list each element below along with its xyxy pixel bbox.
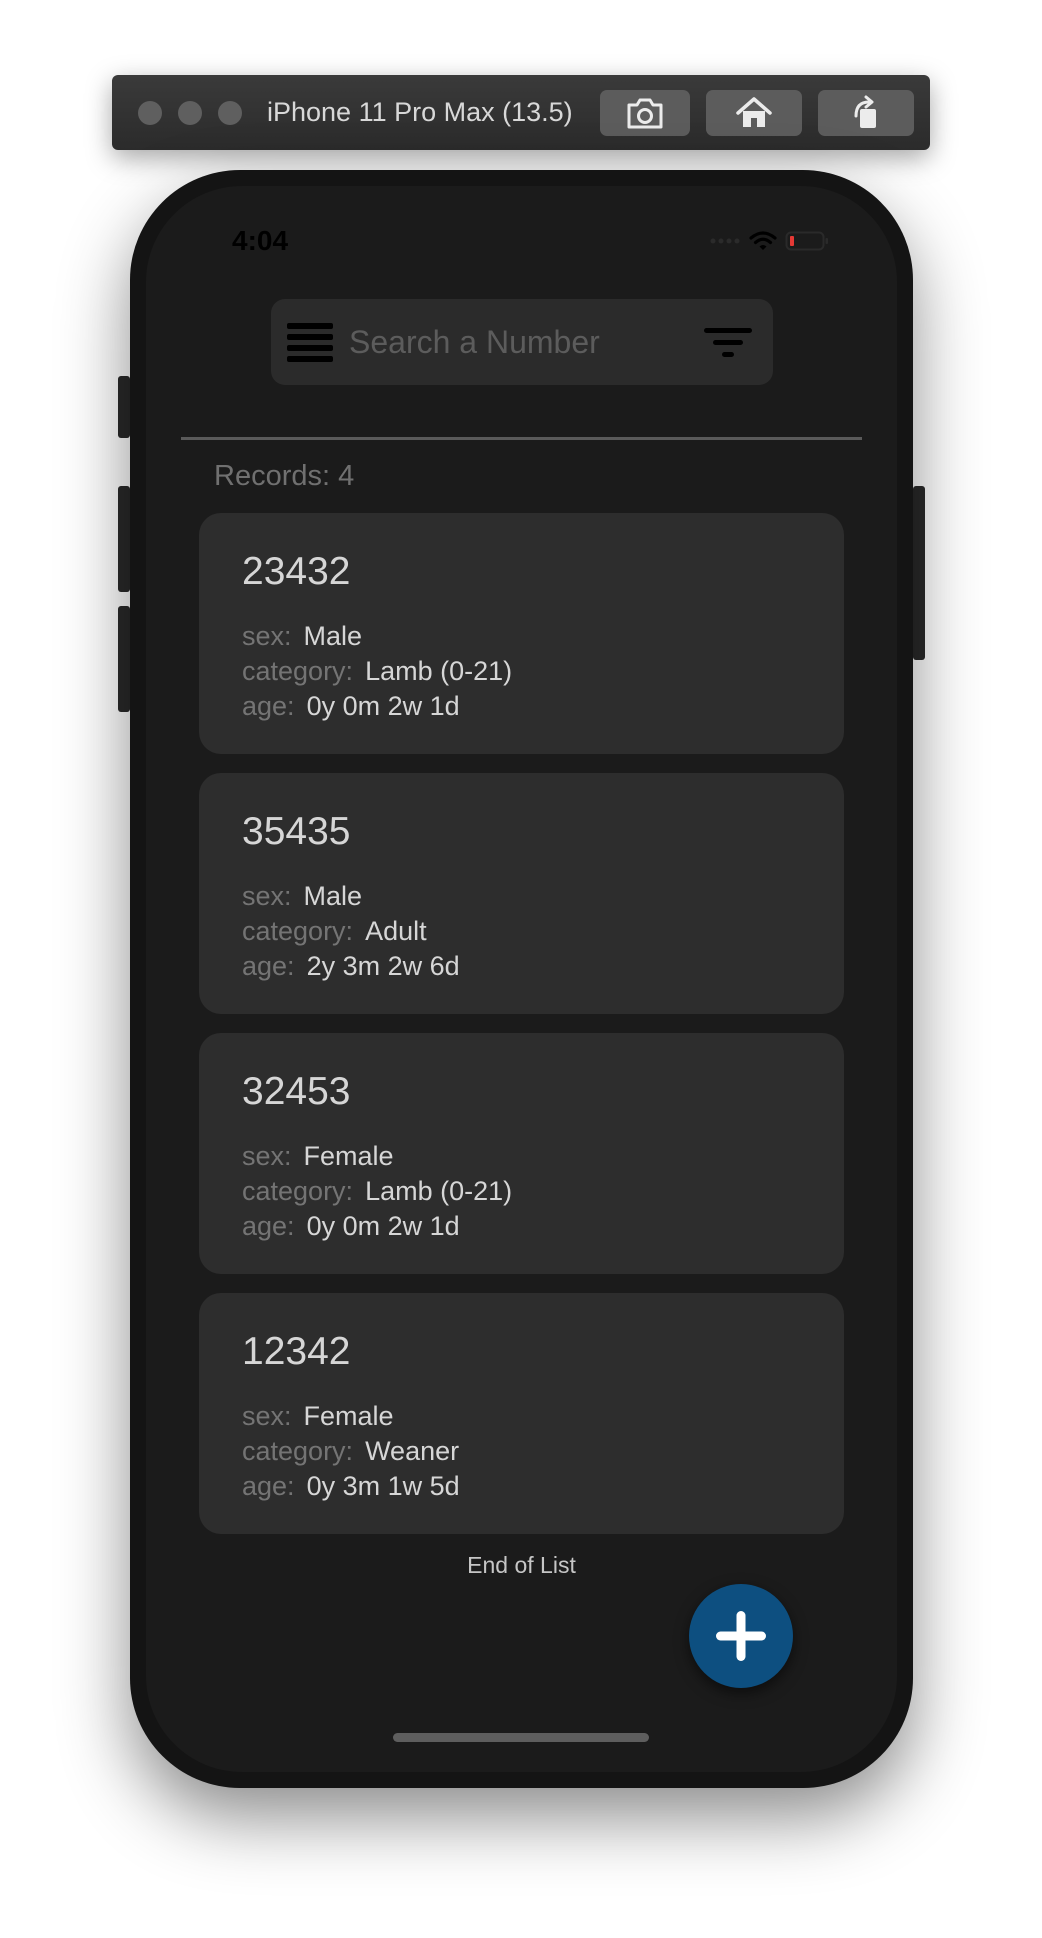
zoom-window-button[interactable]	[218, 101, 242, 125]
home-icon	[736, 97, 772, 127]
hamburger-menu-icon	[287, 323, 333, 362]
record-card[interactable]: 23432 sex: Male category: Lamb (0-21) age:…	[199, 513, 844, 754]
header-divider	[181, 437, 862, 440]
category-label: category:	[242, 916, 354, 946]
record-card[interactable]: 12342 sex: Female category: Weaner age: 0y …	[199, 1293, 844, 1534]
filter-button[interactable]	[703, 325, 753, 359]
home-indicator[interactable]	[393, 1733, 649, 1742]
record-number: 12342	[242, 1330, 351, 1373]
sex-label: sex:	[242, 621, 292, 651]
status-icons	[709, 230, 829, 252]
mute-switch	[118, 376, 130, 438]
category-value: Lamb (0-21)	[365, 1176, 513, 1206]
category-label: category:	[242, 656, 354, 686]
records-count: Records: 4	[214, 460, 355, 492]
hamburger-menu-button[interactable]	[287, 321, 333, 363]
home-button[interactable]	[706, 90, 802, 136]
wifi-icon	[749, 231, 777, 250]
sex-value: Male	[303, 881, 363, 911]
record-card[interactable]: 32453 sex: Female category: Lamb (0-21) ag…	[199, 1033, 844, 1274]
age-label: age:	[242, 1471, 295, 1501]
app-screen: 4:04 Search a Number Records: 4 23432 se…	[146, 186, 897, 1772]
battery-low-icon	[785, 231, 828, 251]
search-input[interactable]	[349, 319, 689, 365]
age-value: 2y 3m 2w 6d	[306, 951, 460, 981]
filter-icon	[704, 328, 752, 357]
age-value: 0y 0m 2w 1d	[306, 1211, 460, 1241]
volume-down-button	[118, 606, 130, 712]
screenshot-icon	[627, 98, 663, 129]
simulator-title: iPhone 11 Pro Max (13.5)	[267, 97, 573, 127]
rotate-button[interactable]	[818, 90, 914, 136]
category-value: Lamb (0-21)	[365, 656, 513, 686]
minimize-window-button[interactable]	[178, 101, 202, 125]
sex-value: Male	[303, 621, 363, 651]
record-category-row: category: Lamb (0-21)	[242, 654, 512, 688]
search-bar	[271, 299, 773, 385]
rotate-icon	[854, 95, 876, 128]
record-category-row: category: Lamb (0-21)	[242, 1174, 512, 1208]
record-sex-row: sex: Male	[242, 879, 362, 913]
sex-label: sex:	[242, 881, 292, 911]
category-value: Weaner	[365, 1436, 460, 1466]
record-age-row: age: 0y 3m 1w 5d	[242, 1469, 460, 1503]
volume-up-button	[118, 486, 130, 592]
record-category-row: category: Adult	[242, 914, 427, 948]
plus-icon	[716, 1611, 766, 1661]
add-record-button[interactable]	[689, 1584, 793, 1688]
record-category-row: category: Weaner	[242, 1434, 459, 1468]
record-sex-row: sex: Female	[242, 1139, 394, 1173]
sex-value: Female	[303, 1401, 394, 1431]
record-number: 32453	[242, 1070, 351, 1113]
category-value: Adult	[365, 916, 427, 946]
record-sex-row: sex: Male	[242, 619, 362, 653]
age-value: 0y 0m 2w 1d	[306, 691, 460, 721]
status-time: 4:04	[232, 225, 289, 256]
age-label: age:	[242, 1211, 295, 1241]
power-button	[913, 486, 925, 660]
sex-value: Female	[303, 1141, 394, 1171]
record-age-row: age: 0y 0m 2w 1d	[242, 1209, 460, 1243]
simulator-toolbar: iPhone 11 Pro Max (13.5)	[112, 75, 930, 150]
age-label: age:	[242, 951, 295, 981]
sex-label: sex:	[242, 1141, 292, 1171]
record-number: 23432	[242, 550, 351, 593]
age-label: age:	[242, 691, 295, 721]
record-number: 35435	[242, 810, 351, 853]
screenshot-button[interactable]	[600, 90, 690, 136]
signal-icon	[710, 238, 740, 244]
record-age-row: age: 0y 0m 2w 1d	[242, 689, 460, 723]
sex-label: sex:	[242, 1401, 292, 1431]
end-of-list-label: End of List	[467, 1552, 576, 1578]
simulator-stage: iPhone 11 Pro Max (13.5) 4:04 Search a N…	[0, 0, 1042, 1938]
age-value: 0y 3m 1w 5d	[306, 1471, 460, 1501]
record-sex-row: sex: Female	[242, 1399, 394, 1433]
record-age-row: age: 2y 3m 2w 6d	[242, 949, 460, 983]
record-card[interactable]: 35435 sex: Male category: Adult age: 2y 3m …	[199, 773, 844, 1014]
category-label: category:	[242, 1436, 354, 1466]
close-window-button[interactable]	[138, 101, 162, 125]
category-label: category:	[242, 1176, 354, 1206]
